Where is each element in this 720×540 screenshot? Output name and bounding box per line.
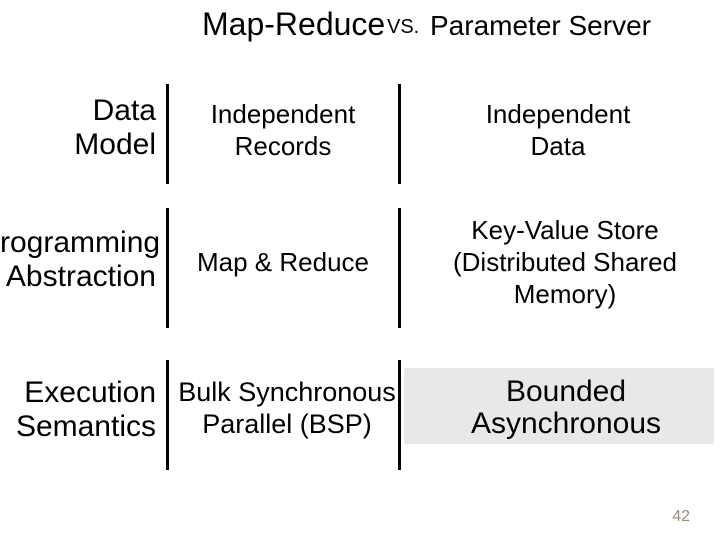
- cell-mapreduce: IndependentRecords: [178, 98, 388, 162]
- divider-icon: [166, 84, 169, 184]
- title-vs: VS.: [387, 16, 419, 39]
- cell-paramserver: Key-Value Store(Distributed SharedMemory…: [400, 214, 720, 310]
- row-label: ExecutionSemantics: [0, 376, 156, 444]
- cell-mapreduce: Map & Reduce: [178, 246, 388, 278]
- title-row: Map-Reduce VS. Parameter Server: [0, 6, 720, 52]
- row-data-model: DataModel IndependentRecords Independent…: [0, 84, 720, 184]
- cell-paramserver: BoundedAsynchronous: [406, 376, 720, 440]
- cell-paramserver: IndependentData: [408, 98, 708, 162]
- row-label: DataModel: [0, 94, 156, 162]
- title-left: Map-Reduce: [202, 6, 385, 43]
- row-label: ProgrammingAbstraction: [0, 226, 156, 294]
- divider-icon: [398, 84, 401, 184]
- divider-icon: [166, 208, 169, 328]
- row-execution-semantics: ExecutionSemantics Bulk SynchronousParal…: [0, 360, 720, 470]
- cell-mapreduce: Bulk SynchronousParallel (BSP): [170, 376, 404, 440]
- title-right: Parameter Server: [430, 10, 651, 42]
- row-programming-abstraction: ProgrammingAbstraction Map & Reduce Key-…: [0, 208, 720, 328]
- slide: Map-Reduce VS. Parameter Server DataMode…: [0, 0, 720, 540]
- page-number: 42: [672, 508, 690, 526]
- divider-icon: [166, 360, 169, 470]
- divider-icon: [398, 360, 401, 470]
